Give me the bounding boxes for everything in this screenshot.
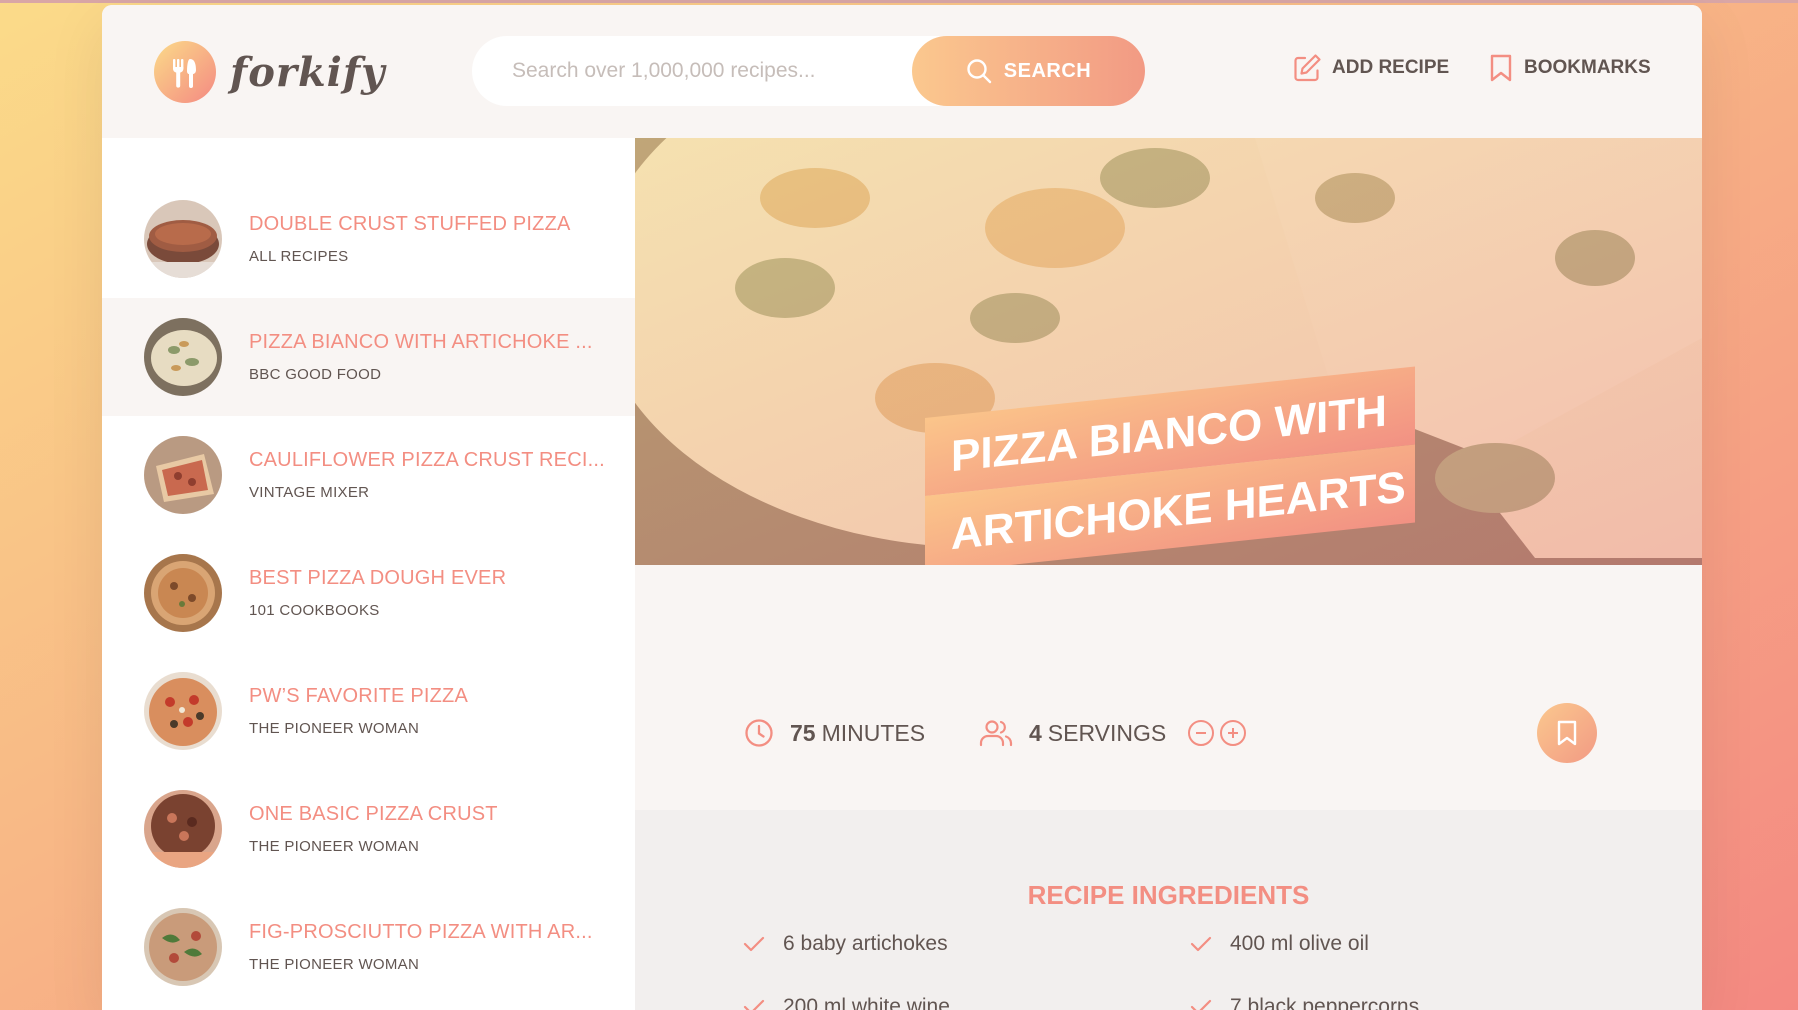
add-recipe-label: ADD RECIPE	[1332, 57, 1450, 78]
result-title: CAULIFLOWER PIZZA CRUST RECI...	[249, 449, 605, 471]
result-item[interactable]: ONE BASIC PIZZA CRUST THE PIONEER WOMAN	[102, 770, 635, 888]
ingredient-item: 200 ml white wine	[743, 995, 950, 1010]
minutes-unit: MINUTES	[821, 719, 926, 746]
search-results: DOUBLE CRUST STUFFED PIZZA ALL RECIPES P…	[102, 138, 635, 1010]
result-publisher: BBC GOOD FOOD	[249, 366, 382, 383]
result-title: DOUBLE CRUST STUFFED PIZZA	[249, 213, 571, 235]
fork-knife-icon	[154, 41, 216, 103]
clock-icon	[745, 719, 773, 747]
servings: 4 SERVINGS	[979, 718, 1247, 748]
users-icon	[979, 720, 1013, 747]
check-icon	[1190, 999, 1212, 1010]
minutes-value: 75	[790, 719, 816, 746]
recipe-thumbnail	[144, 672, 222, 750]
recipe-view: PIZZA BIANCO WITH ARTICHOKE HEARTS 75 MI…	[635, 138, 1702, 1010]
recipe-thumbnail	[144, 318, 222, 396]
recipe-ingredients: RECIPE INGREDIENTS 6 baby artichokes 400…	[635, 810, 1702, 1010]
header: forkify SEARCH ADD RECIPE BOOKM	[102, 5, 1702, 138]
result-item[interactable]: CAULIFLOWER PIZZA CRUST RECI... VINTAGE …	[102, 416, 635, 534]
ingredient-text: 6 baby artichokes	[783, 932, 948, 955]
result-publisher: VINTAGE MIXER	[249, 484, 370, 501]
result-item[interactable]: DOUBLE CRUST STUFFED PIZZA ALL RECIPES	[102, 180, 635, 298]
bookmark-icon	[1490, 54, 1512, 82]
ingredient-text: 7 black peppercorns	[1230, 995, 1420, 1010]
ingredient-item: 6 baby artichokes	[743, 932, 948, 956]
logo[interactable]: forkify	[154, 41, 385, 103]
ingredient-item: 7 black peppercorns	[1190, 995, 1419, 1010]
search-button-label: SEARCH	[1003, 59, 1092, 82]
result-publisher: 101 COOKBOOKS	[249, 602, 380, 619]
increase-servings-button[interactable]	[1220, 720, 1247, 746]
ingredient-item: 400 ml olive oil	[1190, 932, 1369, 956]
cooking-time: 75 MINUTES	[744, 718, 925, 748]
bookmarks-button[interactable]: BOOKMARKS	[1488, 53, 1651, 83]
ingredients-heading: RECIPE INGREDIENTS	[1027, 880, 1310, 910]
result-title: FIG-PROSCIUTTO PIZZA WITH AR...	[249, 921, 593, 943]
result-item[interactable]: BEST PIZZA DOUGH EVER 101 COOKBOOKS	[102, 534, 635, 652]
decrease-servings-button[interactable]	[1188, 720, 1215, 746]
recipe-thumbnail	[144, 200, 222, 278]
search-form: SEARCH	[472, 36, 1145, 106]
result-item[interactable]: FIG-PROSCIUTTO PIZZA WITH AR... THE PION…	[102, 888, 635, 1006]
plus-icon	[1228, 728, 1239, 738]
recipe-thumbnail	[144, 436, 222, 514]
search-icon	[967, 59, 991, 84]
result-item[interactable]: PW’S FAVORITE PIZZA THE PIONEER WOMAN	[102, 652, 635, 770]
recipe-image: PIZZA BIANCO WITH ARTICHOKE HEARTS	[635, 138, 1702, 565]
result-publisher: THE PIONEER WOMAN	[249, 720, 420, 737]
add-recipe-button[interactable]: ADD RECIPE	[1292, 53, 1449, 83]
check-icon	[743, 999, 765, 1010]
recipe-thumbnail	[144, 554, 222, 632]
recipe-details: 75 MINUTES 4 SERVINGS	[635, 678, 1702, 810]
check-icon	[1190, 936, 1212, 952]
edit-icon	[1294, 54, 1321, 82]
servings-unit: SERVINGS	[1047, 719, 1167, 746]
ingredient-text: 400 ml olive oil	[1230, 932, 1369, 955]
recipe-thumbnail	[144, 790, 222, 868]
search-button[interactable]: SEARCH	[912, 36, 1145, 106]
window-top-border	[0, 0, 1798, 3]
result-publisher: THE PIONEER WOMAN	[249, 838, 420, 855]
result-item-active[interactable]: PIZZA BIANCO WITH ARTICHOKE ... BBC GOOD…	[102, 298, 635, 416]
minus-icon	[1196, 732, 1207, 734]
bookmark-icon	[1557, 720, 1577, 746]
result-publisher: ALL RECIPES	[249, 248, 349, 265]
servings-value: 4	[1029, 719, 1042, 746]
result-title: PW’S FAVORITE PIZZA	[249, 685, 469, 707]
search-input[interactable]	[512, 54, 892, 88]
logo-text: forkify	[230, 48, 386, 96]
recipe-thumbnail	[144, 908, 222, 986]
check-icon	[743, 936, 765, 952]
app-container: forkify SEARCH ADD RECIPE BOOKM	[102, 5, 1702, 1010]
result-title: BEST PIZZA DOUGH EVER	[249, 567, 507, 589]
result-title: PIZZA BIANCO WITH ARTICHOKE ...	[249, 331, 593, 353]
result-publisher: THE PIONEER WOMAN	[249, 956, 420, 973]
ingredient-text: 200 ml white wine	[783, 995, 950, 1010]
bookmark-recipe-button[interactable]	[1537, 703, 1597, 763]
bookmarks-label: BOOKMARKS	[1524, 57, 1651, 78]
result-title: ONE BASIC PIZZA CRUST	[249, 803, 498, 825]
